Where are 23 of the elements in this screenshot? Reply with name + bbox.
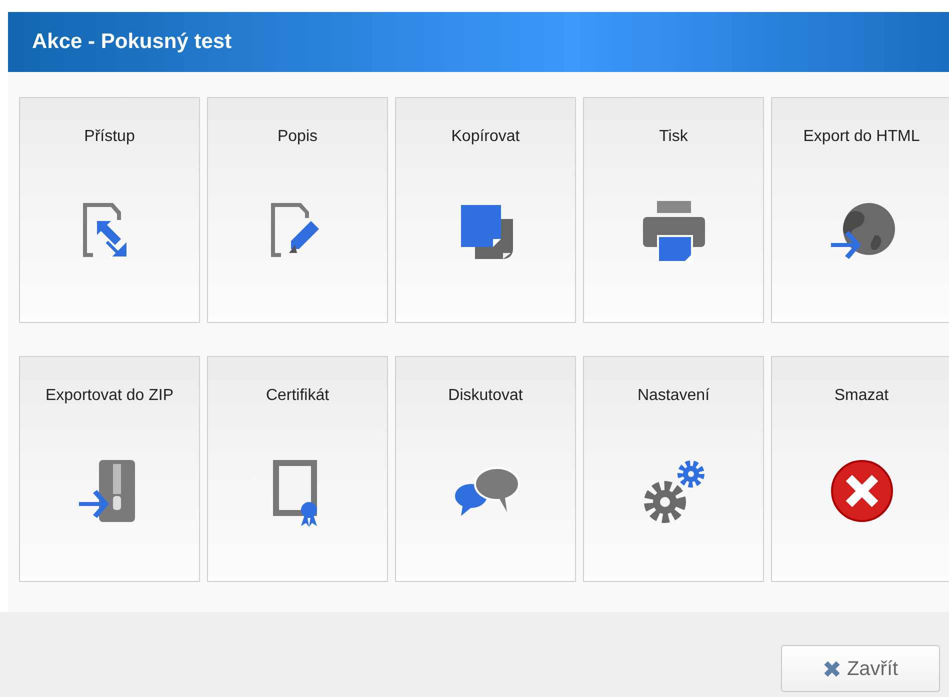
action-tile[interactable]: Certifikát xyxy=(207,356,388,582)
action-tile[interactable]: Popis xyxy=(207,97,388,323)
action-tile[interactable]: Export do HTML xyxy=(771,97,949,323)
tile-label: Tisk xyxy=(659,127,688,147)
tile-label: Export do HTML xyxy=(803,127,920,147)
tile-label: Kopírovat xyxy=(451,127,520,147)
close-icon xyxy=(822,660,841,678)
tile-label: Certifikát xyxy=(266,386,330,406)
tile-label: Popis xyxy=(277,127,318,147)
tile-label: Přístup xyxy=(84,127,135,147)
action-tile[interactable]: Přístup xyxy=(19,97,200,323)
tile-label: Diskutovat xyxy=(448,386,523,406)
action-tile[interactable]: Nastavení xyxy=(583,356,764,582)
action-tile[interactable]: Tisk xyxy=(583,97,764,323)
action-tile[interactable]: Smazat xyxy=(771,356,949,582)
tile-label: Exportovat do ZIP xyxy=(45,386,174,406)
window-title: Akce - Pokusný test xyxy=(32,29,232,56)
close-button[interactable]: Zavřít xyxy=(781,645,940,692)
tile-label: Smazat xyxy=(834,386,889,406)
tile-label: Nastavení xyxy=(637,386,710,406)
action-tile[interactable]: Kopírovat xyxy=(395,97,576,323)
action-tile[interactable]: Exportovat do ZIP xyxy=(19,356,200,582)
action-tile[interactable]: Diskutovat xyxy=(395,356,576,582)
